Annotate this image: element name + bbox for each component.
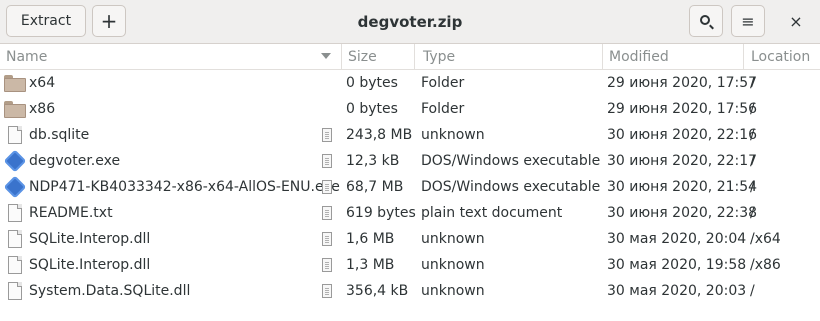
- file-type: Folder: [421, 101, 465, 117]
- file-modified: 30 мая 2020, 19:58: [607, 257, 747, 273]
- file-modified: 30 июня 2020, 21:54: [607, 179, 758, 195]
- document-icon: [322, 128, 332, 142]
- file-size: 243,8 MB: [346, 127, 413, 143]
- file-name: NDP471-KB4033342-x86-x64-AllOS-ENU.exe: [29, 179, 340, 195]
- file-icon: [8, 282, 22, 300]
- file-type: unknown: [421, 257, 485, 273]
- file-size: 12,3 kB: [346, 153, 400, 169]
- column-header-modified-label: Modified: [609, 48, 669, 65]
- archive-manager-window: Extract + degvoter.zip ≡ × Name Size Typ…: [0, 0, 820, 321]
- column-header-size-label: Size: [348, 48, 377, 65]
- file-location: /: [750, 75, 755, 91]
- column-header-name-label: Name: [6, 48, 48, 65]
- document-icon: [322, 258, 332, 272]
- file-name: SQLite.Interop.dll: [29, 231, 151, 247]
- file-location: /: [750, 127, 755, 143]
- file-type: unknown: [421, 127, 485, 143]
- search-icon: [700, 15, 710, 25]
- file-name: degvoter.exe: [29, 153, 121, 169]
- sort-descending-icon: [321, 53, 331, 59]
- file-name: db.sqlite: [29, 127, 90, 143]
- window-title: degvoter.zip: [357, 13, 463, 31]
- folder-icon: [4, 100, 26, 118]
- menu-button[interactable]: ≡: [731, 5, 765, 37]
- file-location: /x86: [750, 257, 781, 273]
- file-type: unknown: [421, 283, 485, 299]
- document-icon: [322, 284, 332, 298]
- column-header-type-label: Type: [423, 48, 456, 65]
- file-modified: 30 июня 2020, 22:38: [607, 205, 758, 221]
- file-row[interactable]: x64 0 bytes Folder 29 июня 2020, 17:57 /: [0, 70, 820, 96]
- file-row[interactable]: README.txt 619 bytes plain text document…: [0, 200, 820, 226]
- file-modified: 30 мая 2020, 20:03: [607, 283, 747, 299]
- file-row[interactable]: NDP471-KB4033342-x86-x64-AllOS-ENU.exe 6…: [0, 174, 820, 200]
- column-header-type[interactable]: Type: [414, 44, 602, 69]
- file-type: plain text document: [421, 205, 563, 221]
- executable-icon: [3, 149, 27, 173]
- file-name: x64: [29, 75, 56, 91]
- file-row[interactable]: degvoter.exe 12,3 kB DOS/Windows executa…: [0, 148, 820, 174]
- column-header-location-label: Location: [751, 48, 811, 65]
- file-row[interactable]: x86 0 bytes Folder 29 июня 2020, 17:56 /: [0, 96, 820, 122]
- file-size: 68,7 MB: [346, 179, 404, 195]
- file-row[interactable]: SQLite.Interop.dll 1,3 MB unknown 30 мая…: [0, 252, 820, 278]
- file-row[interactable]: System.Data.SQLite.dll 356,4 kB unknown …: [0, 278, 820, 304]
- file-location: /: [750, 205, 755, 221]
- file-modified: 29 июня 2020, 17:56: [607, 101, 758, 117]
- close-button[interactable]: ×: [780, 5, 812, 37]
- extract-button[interactable]: Extract: [6, 5, 86, 37]
- file-size: 0 bytes: [346, 101, 398, 117]
- file-modified: 29 июня 2020, 17:57: [607, 75, 758, 91]
- file-modified: 30 июня 2020, 22:16: [607, 127, 758, 143]
- file-location: /x64: [750, 231, 781, 247]
- column-header-location[interactable]: Location: [743, 44, 820, 69]
- file-size: 619 bytes: [346, 205, 416, 221]
- folder-icon: [4, 74, 26, 92]
- column-header-size[interactable]: Size: [341, 44, 414, 69]
- file-location: /: [750, 283, 755, 299]
- file-location: /: [750, 153, 755, 169]
- file-name: System.Data.SQLite.dll: [29, 283, 191, 299]
- column-header-modified[interactable]: Modified: [602, 44, 743, 69]
- file-name: x86: [29, 101, 56, 117]
- file-type: Folder: [421, 75, 465, 91]
- file-row[interactable]: db.sqlite 243,8 MB unknown 30 июня 2020,…: [0, 122, 820, 148]
- file-type: unknown: [421, 231, 485, 247]
- document-icon: [322, 206, 332, 220]
- file-location: /: [750, 101, 755, 117]
- file-type: DOS/Windows executable: [421, 179, 601, 195]
- file-icon: [8, 230, 22, 248]
- file-list: x64 0 bytes Folder 29 июня 2020, 17:57 /…: [0, 70, 820, 304]
- file-size: 0 bytes: [346, 75, 398, 91]
- column-header-name[interactable]: Name: [0, 44, 341, 69]
- document-icon: [322, 232, 332, 246]
- document-icon: [322, 154, 332, 168]
- file-icon: [8, 204, 22, 222]
- add-files-button[interactable]: +: [92, 5, 126, 37]
- file-size: 356,4 kB: [346, 283, 409, 299]
- file-icon: [8, 256, 22, 274]
- column-header-row: Name Size Type Modified Location: [0, 44, 820, 70]
- header-bar: Extract + degvoter.zip ≡ ×: [0, 0, 820, 44]
- document-icon: [322, 180, 332, 194]
- file-modified: 30 мая 2020, 20:04: [607, 231, 747, 247]
- file-icon: [8, 126, 22, 144]
- file-name: README.txt: [29, 205, 113, 221]
- file-size: 1,3 MB: [346, 257, 395, 273]
- file-location: /: [750, 179, 755, 195]
- file-name: SQLite.Interop.dll: [29, 257, 151, 273]
- file-modified: 30 июня 2020, 22:17: [607, 153, 758, 169]
- file-size: 1,6 MB: [346, 231, 395, 247]
- executable-icon: [3, 175, 27, 199]
- file-type: DOS/Windows executable: [421, 153, 601, 169]
- file-row[interactable]: SQLite.Interop.dll 1,6 MB unknown 30 мая…: [0, 226, 820, 252]
- search-button[interactable]: [689, 5, 723, 37]
